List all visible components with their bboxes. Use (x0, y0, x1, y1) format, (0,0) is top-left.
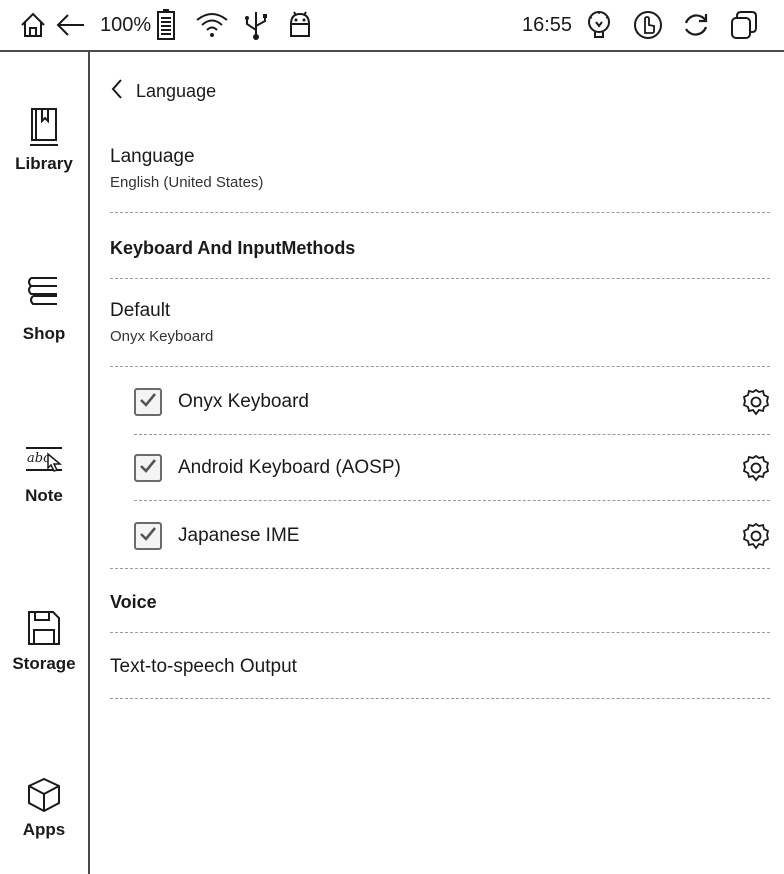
sidebar-item-storage[interactable]: Storage (0, 608, 88, 674)
gear-icon[interactable] (742, 522, 770, 550)
back-arrow-icon[interactable] (54, 0, 88, 50)
keyboard-label: Japanese IME (178, 525, 300, 546)
books-stack-icon (25, 274, 63, 318)
keyboard-checkbox[interactable] (134, 522, 162, 550)
language-setting[interactable]: Language English (United States) (110, 146, 770, 191)
usb-icon (242, 0, 270, 50)
status-bar: 100% 16:55 (0, 0, 784, 52)
checkmark-icon (139, 392, 157, 413)
keyboard-label: Android Keyboard (AOSP) (178, 457, 401, 478)
window-icon[interactable] (728, 0, 760, 50)
sidebar-item-label: Library (15, 154, 73, 173)
divider (134, 500, 770, 501)
keyboard-label: Onyx Keyboard (178, 391, 309, 412)
refresh-icon[interactable] (680, 0, 712, 50)
battery-percent: 100% (100, 13, 152, 36)
wifi-icon (194, 0, 230, 50)
chevron-left-icon (110, 78, 124, 105)
android-icon (286, 0, 314, 50)
divider (134, 434, 770, 435)
sidebar: Library Shop abc Note Storage Apps (0, 52, 90, 874)
language-settings-panel: Language Language English (United States… (90, 52, 784, 874)
sidebar-item-apps[interactable]: Apps (0, 776, 88, 840)
checkmark-icon (139, 458, 157, 479)
setting-title: Default (110, 300, 171, 321)
section-header-keyboard: Keyboard And InputMethods (110, 238, 356, 258)
battery-icon (156, 0, 176, 50)
divider (110, 366, 770, 367)
sidebar-item-label: Apps (22, 820, 66, 839)
gear-icon[interactable] (742, 388, 770, 416)
bulb-icon[interactable] (584, 0, 614, 50)
default-keyboard-setting[interactable]: Default Onyx Keyboard (110, 300, 770, 345)
touch-icon[interactable] (632, 0, 664, 50)
cube-icon (26, 776, 62, 814)
setting-title: Language (110, 146, 195, 167)
keyboard-checkbox[interactable] (134, 454, 162, 482)
divider (110, 278, 770, 279)
setting-value: English (United States) (110, 174, 264, 191)
divider (110, 568, 770, 569)
sidebar-item-shop[interactable]: Shop (0, 274, 88, 344)
divider (110, 212, 770, 213)
clock: 16:55 (522, 13, 573, 36)
sidebar-item-note[interactable]: abc Note (0, 440, 88, 506)
book-icon (27, 106, 61, 148)
sidebar-item-label: Storage (12, 654, 76, 673)
page-title: Language (136, 80, 217, 101)
sidebar-item-library[interactable]: Library (0, 106, 88, 174)
setting-value: Onyx Keyboard (110, 328, 214, 345)
gear-icon[interactable] (742, 454, 770, 482)
note-pen-icon: abc (24, 440, 64, 480)
keyboard-row: Android Keyboard (AOSP) (134, 448, 770, 488)
checkmark-icon (139, 526, 157, 547)
divider (110, 632, 770, 633)
sidebar-item-label: Shop (22, 324, 66, 343)
home-icon[interactable] (18, 0, 48, 50)
sidebar-item-label: Note (25, 486, 63, 505)
keyboard-row: Onyx Keyboard (134, 382, 770, 422)
keyboard-checkbox[interactable] (134, 388, 162, 416)
keyboard-row: Japanese IME (134, 516, 770, 556)
section-header-voice: Voice (110, 592, 157, 612)
floppy-icon (25, 608, 63, 648)
tts-output-setting[interactable]: Text-to-speech Output (110, 656, 770, 678)
back-button[interactable]: Language (110, 78, 770, 104)
divider (110, 698, 770, 699)
